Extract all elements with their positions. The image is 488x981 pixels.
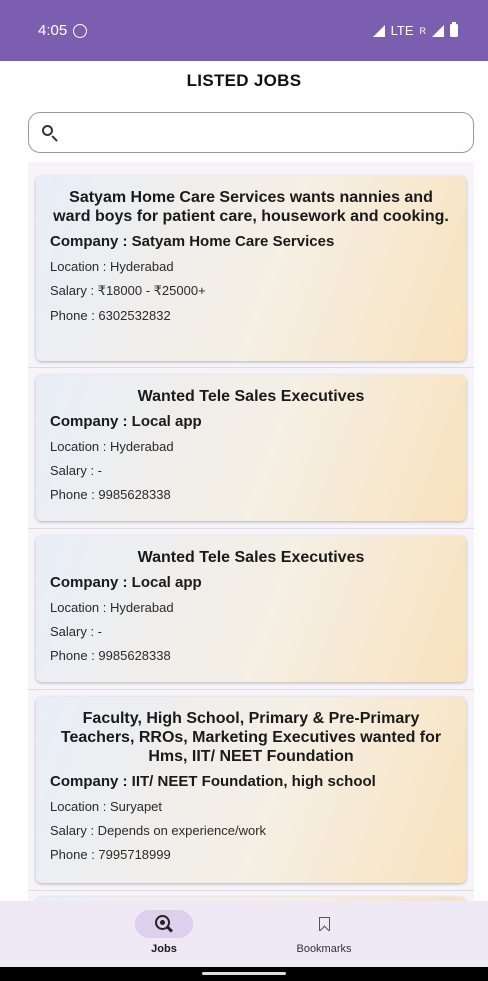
job-card[interactable]: Satyam Home Care Services wants nannies … xyxy=(36,176,466,361)
job-phone: Phone : 7995718999 xyxy=(50,847,171,862)
jobs-search-icon xyxy=(155,915,174,933)
job-location: Location : Hyderabad xyxy=(50,600,174,615)
bookmark-icon xyxy=(318,917,330,931)
job-salary: Salary : Depends on experience/work xyxy=(50,823,267,838)
job-phone: Phone : 9985628338 xyxy=(50,648,171,663)
job-phone: Phone : 9985628338 xyxy=(50,487,171,502)
roaming-signal-icon xyxy=(432,24,444,37)
job-location: Location : Hyderabad xyxy=(50,259,174,274)
job-company: Company : Local app xyxy=(50,413,202,430)
job-location: Location : Hyderabad xyxy=(50,439,174,454)
divider xyxy=(28,528,474,529)
job-company: Company : Local app xyxy=(50,574,202,591)
job-list[interactable]: Satyam Home Care Services wants nannies … xyxy=(28,162,474,902)
divider xyxy=(28,689,474,690)
home-gesture-handle[interactable] xyxy=(202,972,286,975)
nav-item-bookmarks[interactable]: Bookmarks xyxy=(244,901,404,967)
nav-label-bookmarks: Bookmarks xyxy=(296,943,352,955)
network-type: LTE xyxy=(390,23,414,38)
status-time: 4:05 xyxy=(38,22,68,39)
nav-pill-bookmarks[interactable] xyxy=(295,910,353,938)
whatsapp-icon xyxy=(73,23,88,38)
divider xyxy=(28,890,474,891)
job-title: Wanted Tele Sales Executives xyxy=(137,549,365,566)
status-left: 4:05 xyxy=(38,22,88,39)
page-title: LISTED JOBS xyxy=(186,71,302,90)
job-company: Company : Satyam Home Care Services xyxy=(50,233,335,250)
nav-pill-jobs[interactable] xyxy=(135,910,193,938)
status-right: LTE R xyxy=(372,22,458,38)
roaming-indicator: R xyxy=(419,25,427,36)
job-title: Satyam Home Care Services wants nannies … xyxy=(53,189,449,225)
gesture-bar xyxy=(0,967,488,981)
nav-label-jobs: Jobs xyxy=(151,943,177,955)
job-salary: Salary : ₹18000 - ₹25000+ xyxy=(50,283,206,298)
signal-icon xyxy=(372,24,385,37)
divider xyxy=(28,367,474,368)
status-bar: 4:05 LTE R xyxy=(0,0,488,61)
battery-icon xyxy=(450,22,458,37)
job-location: Location : Suryapet xyxy=(50,799,163,814)
search-input[interactable] xyxy=(28,112,474,153)
nav-item-jobs[interactable]: Jobs xyxy=(84,901,244,967)
job-card[interactable]: Faculty, High School, Primary & Pre-Prim… xyxy=(36,697,466,883)
job-title: Faculty, High School, Primary & Pre-Prim… xyxy=(60,710,442,765)
job-salary: Salary : - xyxy=(50,624,103,639)
job-salary: Salary : - xyxy=(50,463,103,478)
job-card[interactable]: Wanted Tele Sales Executives Company : L… xyxy=(36,536,466,682)
job-phone: Phone : 6302532832 xyxy=(50,308,171,323)
job-company: Company : IIT/ NEET Foundation, high sch… xyxy=(50,773,376,790)
bottom-nav: Jobs Bookmarks xyxy=(0,901,488,967)
job-card[interactable]: Wanted Tele Sales Executives Company : L… xyxy=(36,375,466,521)
search-icon xyxy=(41,124,59,142)
job-title: Wanted Tele Sales Executives xyxy=(137,388,365,405)
